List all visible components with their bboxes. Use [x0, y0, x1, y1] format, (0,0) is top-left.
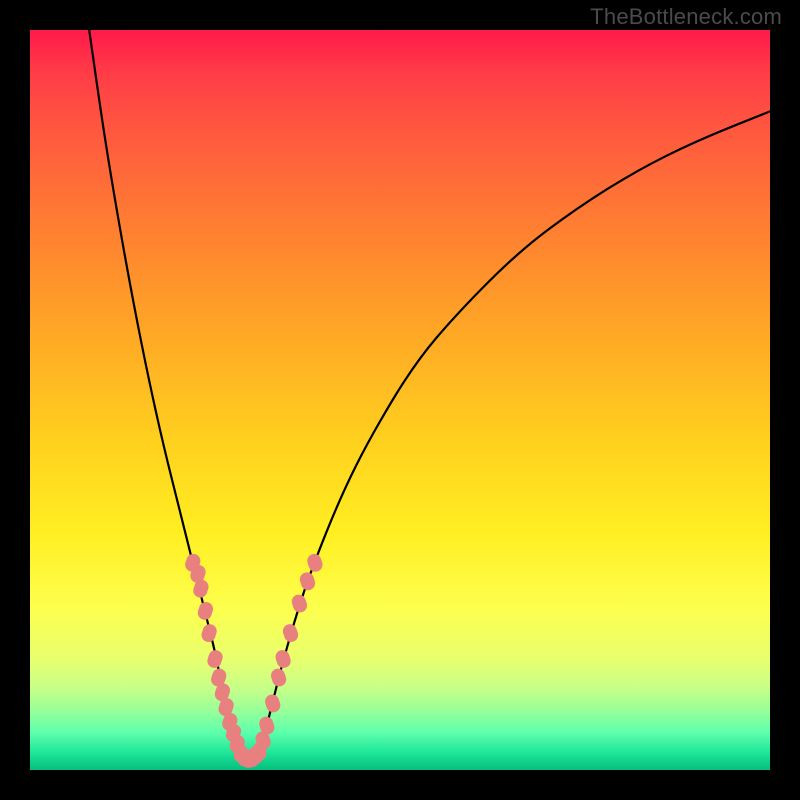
data-marker — [305, 552, 324, 573]
data-marker — [263, 693, 282, 714]
data-marker — [206, 648, 225, 669]
data-marker — [196, 600, 215, 621]
markers-group — [183, 552, 324, 768]
plot-area — [30, 30, 770, 770]
chart-frame: TheBottleneck.com — [0, 0, 800, 800]
data-marker — [274, 648, 293, 669]
curve-right-branch — [259, 111, 770, 755]
data-marker — [290, 593, 309, 614]
data-marker — [281, 622, 300, 643]
curve-left-branch — [89, 30, 237, 755]
chart-svg — [30, 30, 770, 770]
curve-group — [89, 30, 770, 763]
data-marker — [269, 667, 288, 688]
data-marker — [298, 571, 317, 592]
watermark-text: TheBottleneck.com — [590, 4, 782, 30]
data-marker — [200, 622, 219, 643]
